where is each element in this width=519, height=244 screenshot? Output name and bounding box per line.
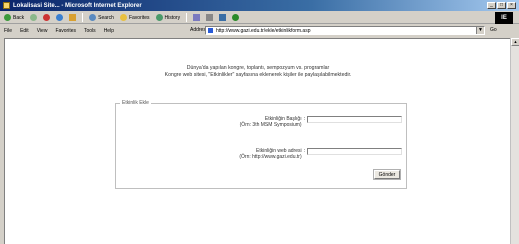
field-colon: : — [303, 148, 305, 154]
mail-icon — [193, 14, 201, 21]
event-form-panel: Etkinlik Ekle Etkinliğin Başlığı (Örn: 3… — [115, 100, 407, 189]
print-icon — [206, 14, 214, 21]
address-bar[interactable]: http://www.gazi.edu.tr/ekle/etkinlikform… — [205, 26, 485, 35]
edit-icon — [219, 14, 227, 21]
favorites-button[interactable]: Favorites — [119, 14, 150, 21]
search-icon — [89, 14, 97, 21]
menu-favorites[interactable]: Favorites — [55, 28, 76, 34]
page-icon — [208, 28, 213, 33]
ie-logo: IE — [495, 12, 513, 24]
toolbar-separator — [82, 13, 84, 22]
form-row-title: Etkinliğin Başlığı (Örn: 3th MSM Symposi… — [240, 116, 402, 128]
event-title-input[interactable] — [307, 116, 402, 123]
history-label: History — [164, 14, 181, 21]
history-icon — [155, 14, 163, 21]
page-content: Dünya'da yapılan kongre, toplantı, sempo… — [4, 38, 510, 244]
panel-legend: Etkinlik Ekle — [120, 100, 151, 106]
maximize-button[interactable]: □ — [497, 2, 506, 9]
search-label: Search — [98, 14, 114, 21]
menu-file[interactable]: File — [4, 28, 12, 34]
print-button[interactable] — [206, 14, 214, 21]
vertical-scrollbar[interactable]: ▲ — [510, 38, 519, 244]
submit-button[interactable]: Gönder — [373, 169, 401, 180]
refresh-icon — [56, 14, 64, 21]
intro-line-1: Dünya'da yapılan kongre, toplantı, sempo… — [186, 65, 330, 71]
favorites-icon — [119, 14, 127, 21]
search-button[interactable]: Search — [89, 14, 114, 21]
ie-app-icon — [3, 2, 10, 9]
address-value: http://www.gazi.edu.tr/ekle/etkinlikform… — [216, 27, 311, 34]
go-button[interactable]: Go — [490, 27, 497, 33]
refresh-button[interactable] — [56, 14, 64, 21]
window-titlebar: Lokalisasi Site... - Microsoft Internet … — [0, 0, 519, 11]
menu-view[interactable]: View — [37, 28, 48, 34]
menu-edit[interactable]: Edit — [20, 28, 29, 34]
home-icon — [69, 14, 77, 21]
edit-button[interactable] — [219, 14, 227, 21]
stop-icon — [43, 14, 51, 21]
history-button[interactable]: History — [155, 14, 181, 21]
form-row-url: Etkinliğin web adresi (Örn: http://www.g… — [239, 148, 402, 160]
close-button[interactable]: × — [507, 2, 516, 9]
messenger-button[interactable] — [232, 14, 240, 21]
window-controls: _ □ × — [487, 2, 516, 9]
menu-help[interactable]: Help — [104, 28, 114, 34]
menu-tools[interactable]: Tools — [84, 28, 96, 34]
chevron-down-icon[interactable]: ▼ — [476, 27, 484, 34]
url-field-example: (Örn: http://www.gazi.edu.tr) — [239, 154, 302, 160]
back-button[interactable]: Back — [4, 14, 24, 21]
favorites-label: Favorites — [128, 14, 150, 21]
url-field-labels: Etkinliğin web adresi (Örn: http://www.g… — [239, 148, 301, 160]
title-field-example: (Örn: 3th MSM Symposium) — [239, 122, 302, 128]
forward-button[interactable] — [30, 14, 38, 21]
minimize-button[interactable]: _ — [487, 2, 496, 9]
mail-button[interactable] — [193, 14, 201, 21]
forward-arrow-icon — [30, 14, 38, 21]
browser-toolbar: Back Search Favorites History — [0, 12, 519, 24]
back-label: Back — [13, 14, 25, 21]
messenger-icon — [232, 14, 240, 21]
back-arrow-icon — [4, 14, 11, 21]
event-url-input[interactable] — [307, 148, 402, 155]
toolbar-separator — [186, 13, 188, 22]
title-field-labels: Etkinliğin Başlığı (Örn: 3th MSM Symposi… — [240, 116, 302, 128]
home-button[interactable] — [69, 14, 77, 21]
field-colon: : — [303, 116, 305, 122]
intro-line-2: Kongre web sitesi, "Etkinlikler" sayfası… — [164, 72, 352, 78]
page-intro: Dünya'da yapılan kongre, toplantı, sempo… — [5, 65, 511, 79]
scroll-up-icon[interactable]: ▲ — [511, 38, 519, 46]
window-title: Lokalisasi Site... - Microsoft Internet … — [13, 2, 142, 9]
stop-button[interactable] — [43, 14, 51, 21]
